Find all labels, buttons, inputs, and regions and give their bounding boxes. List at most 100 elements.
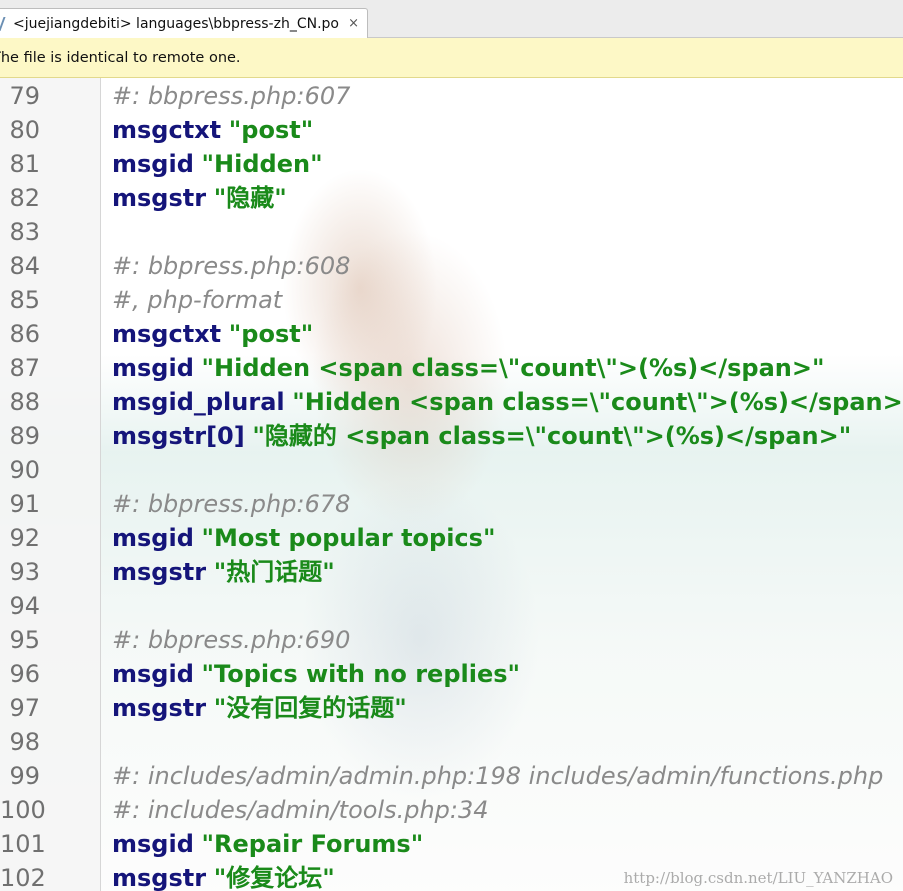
string-text: "Topics with no replies": [201, 660, 521, 688]
keyword-text: msgid_plural: [112, 388, 285, 416]
line-number: 89: [9, 422, 40, 450]
notification-text: The file is identical to remote one.: [0, 50, 241, 66]
code-text: msgstr "热门话题": [112, 555, 335, 589]
keyword-text: msgid: [112, 524, 194, 552]
code-text: msgctxt "post": [112, 113, 313, 147]
string-text: "没有回复的话题": [213, 694, 407, 722]
code-line: 83: [0, 215, 903, 249]
tab-title: <juejiangdebiti> languages\bbpress-zh_CN…: [13, 15, 339, 32]
line-number: 94: [9, 592, 40, 620]
code-line: 89 msgstr[0] "隐藏的 <span class=\"count\">(…: [0, 419, 903, 453]
code-line: 100 #: includes/admin/tools.php:34: [0, 793, 903, 827]
keyword-text: msgid: [112, 830, 194, 858]
keyword-text: msgctxt: [112, 116, 222, 144]
line-number: 80: [9, 116, 40, 144]
comment-text: #: bbpress.php:690: [112, 626, 351, 654]
file-icon: [0, 16, 12, 31]
line-number: 99: [9, 762, 40, 790]
comment-text: #: includes/admin/tools.php:34: [112, 796, 489, 824]
line-number: 81: [9, 150, 40, 178]
code-text: msgid "Most popular topics": [112, 521, 495, 555]
keyword-text: msgid: [112, 354, 194, 382]
code-line: 81 msgid "Hidden": [0, 147, 903, 181]
code-line: 86 msgctxt "post": [0, 317, 903, 351]
code-text: #: bbpress.php:607: [112, 79, 350, 113]
code-text: msgstr "隐藏": [112, 181, 287, 215]
keyword-text: msgstr: [112, 694, 207, 722]
code-line: 79 #: bbpress.php:607: [0, 79, 903, 113]
line-number: 98: [9, 728, 40, 756]
line-number: 90: [9, 456, 40, 484]
string-text: "Most popular topics": [201, 524, 496, 552]
keyword-text: msgid: [112, 660, 194, 688]
comment-text: #: bbpress.php:608: [112, 252, 351, 280]
string-text: "热门话题": [213, 558, 335, 586]
line-number: 88: [9, 388, 40, 416]
string-text: "隐藏": [213, 184, 287, 212]
keyword-text: msgctxt: [112, 320, 222, 348]
code-text: msgctxt "post": [112, 317, 313, 351]
code-line: 94: [0, 589, 903, 623]
line-number: 84: [9, 252, 40, 280]
close-icon[interactable]: ×: [348, 16, 359, 31]
keyword-text: msgstr: [112, 864, 207, 891]
code-line: 85 #, php-format: [0, 283, 903, 317]
code-text: msgid "Repair Forums": [112, 827, 423, 861]
code-line: 82 msgstr "隐藏": [0, 181, 903, 215]
code-line: 99 #: includes/admin/admin.php:198 includ…: [0, 759, 903, 793]
code-text: #: includes/admin/admin.php:198 includes…: [112, 759, 883, 793]
code-line: 87 msgid "Hidden <span class=\"count\">(%…: [0, 351, 903, 385]
code-text: #: bbpress.php:678: [112, 487, 350, 521]
code-text: #: bbpress.php:690: [112, 623, 350, 657]
string-text: "Hidden <span class=\"count\">(%s)</span…: [201, 354, 825, 382]
keyword-text: msgid: [112, 150, 194, 178]
line-number: 97: [9, 694, 40, 722]
keyword-text: msgstr: [112, 184, 207, 212]
line-number: 86: [9, 320, 40, 348]
code-text: msgstr "没有回复的话题": [112, 691, 407, 725]
code-text: msgid_plural "Hidden <span class=\"count…: [112, 385, 903, 419]
notification-bar: The file is identical to remote one.: [0, 38, 903, 78]
code-line: 92 msgid "Most popular topics": [0, 521, 903, 555]
code-line: 80 msgctxt "post": [0, 113, 903, 147]
code-line: 84 #: bbpress.php:608: [0, 249, 903, 283]
code-text: msgid "Hidden <span class=\"count\">(%s)…: [112, 351, 824, 385]
string-text: "Hidden <span class=\"count\">(%s)</span…: [292, 388, 903, 416]
comment-text: #, php-format: [112, 286, 283, 314]
string-text: "Hidden": [201, 150, 323, 178]
code-line: 88 msgid_plural "Hidden <span class=\"cou…: [0, 385, 903, 419]
string-text: "隐藏的 <span class=\"count\">(%s)</span>": [252, 422, 852, 450]
code-text: #: bbpress.php:608: [112, 249, 350, 283]
string-text: "修复论坛": [213, 864, 335, 891]
comment-text: #: includes/admin/admin.php:198 includes…: [112, 762, 884, 790]
line-number: 83: [9, 218, 40, 246]
file-tab[interactable]: <juejiangdebiti> languages\bbpress-zh_CN…: [0, 8, 368, 38]
code-text: msgid "Hidden": [112, 147, 323, 181]
code-text: #, php-format: [112, 283, 282, 317]
string-text: "post": [228, 116, 314, 144]
tab-bar: <juejiangdebiti> languages\bbpress-zh_CN…: [0, 0, 903, 38]
line-number: 101: [0, 830, 46, 858]
keyword-text: msgstr: [112, 558, 207, 586]
line-number: 85: [9, 286, 40, 314]
line-number: 87: [9, 354, 40, 382]
code-line: 91 #: bbpress.php:678: [0, 487, 903, 521]
code-line: 97 msgstr "没有回复的话题": [0, 691, 903, 725]
line-number: 82: [9, 184, 40, 212]
comment-text: #: bbpress.php:607: [112, 82, 351, 110]
string-text: "post": [228, 320, 314, 348]
code-text: msgid "Topics with no replies": [112, 657, 520, 691]
string-text: "Repair Forums": [201, 830, 424, 858]
code-text: #: includes/admin/tools.php:34: [112, 793, 489, 827]
code-editor[interactable]: 79 #: bbpress.php:607 80 msgctxt "post" 81 ms…: [0, 78, 903, 891]
line-number: 91: [9, 490, 40, 518]
watermark: http://blog.csdn.net/LIU_YANZHAO: [623, 869, 893, 887]
line-number: 102: [0, 864, 46, 891]
line-number: 100: [0, 796, 46, 824]
line-number: 96: [9, 660, 40, 688]
code-line: 98: [0, 725, 903, 759]
comment-text: #: bbpress.php:678: [112, 490, 351, 518]
line-number: 92: [9, 524, 40, 552]
code-line: 90: [0, 453, 903, 487]
code-text: msgstr[0] "隐藏的 <span class=\"count\">(%s…: [112, 419, 851, 453]
